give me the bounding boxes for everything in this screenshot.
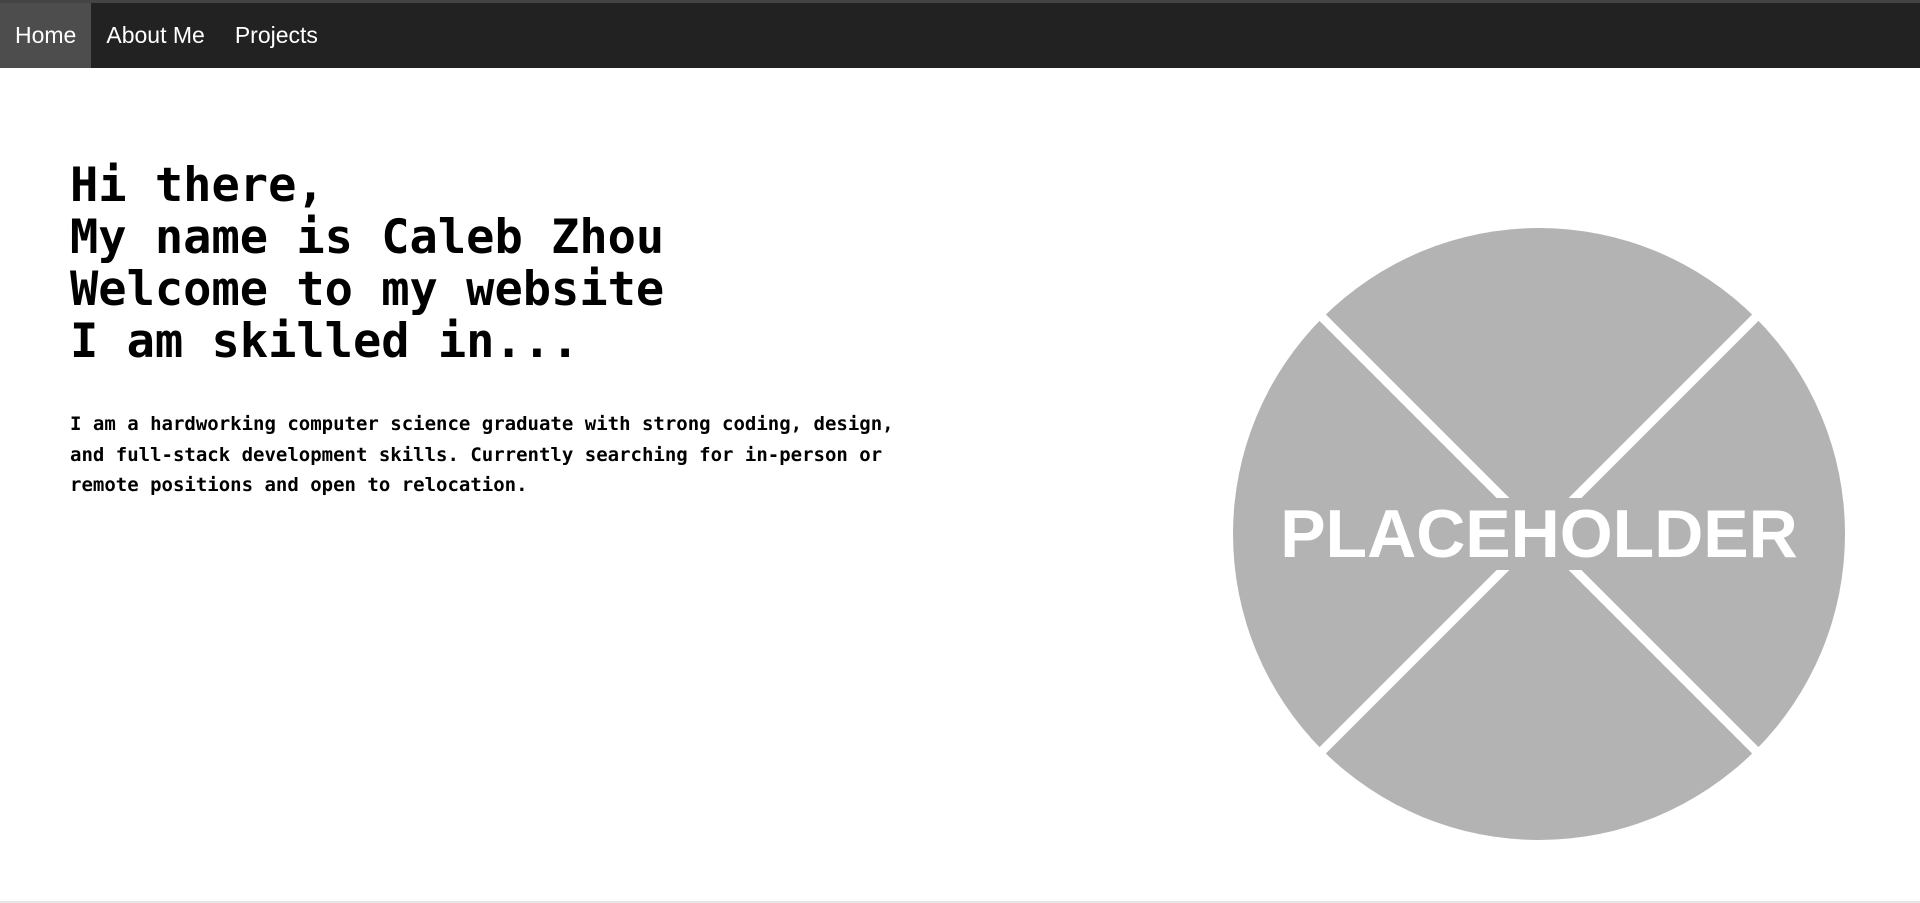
intro-paragraph: I am a hardworking computer science grad… xyxy=(70,413,894,496)
nav-projects-link[interactable]: Projects xyxy=(220,3,333,68)
headline-line-greeting: Hi there, xyxy=(70,158,325,213)
headline-line-skills: I am skilled in... xyxy=(70,314,580,369)
placeholder-graphic: PLACEHOLDER xyxy=(1233,228,1845,840)
hero-section: Hi there, My name is Caleb Zhou Welcome … xyxy=(70,160,930,501)
headline-line-name: My name is Caleb Zhou xyxy=(70,210,665,265)
headline-line-welcome: Welcome to my website xyxy=(70,262,665,317)
nav-about-me-link[interactable]: About Me xyxy=(91,3,219,68)
nav-home-link[interactable]: Home xyxy=(0,3,92,68)
profile-placeholder-image: PLACEHOLDER xyxy=(1233,228,1845,840)
top-navigation-bar: Home About Me Projects xyxy=(0,0,1920,68)
hero-headline: Hi there, My name is Caleb Zhou Welcome … xyxy=(70,160,930,368)
placeholder-label: PLACEHOLDER xyxy=(1280,496,1798,572)
